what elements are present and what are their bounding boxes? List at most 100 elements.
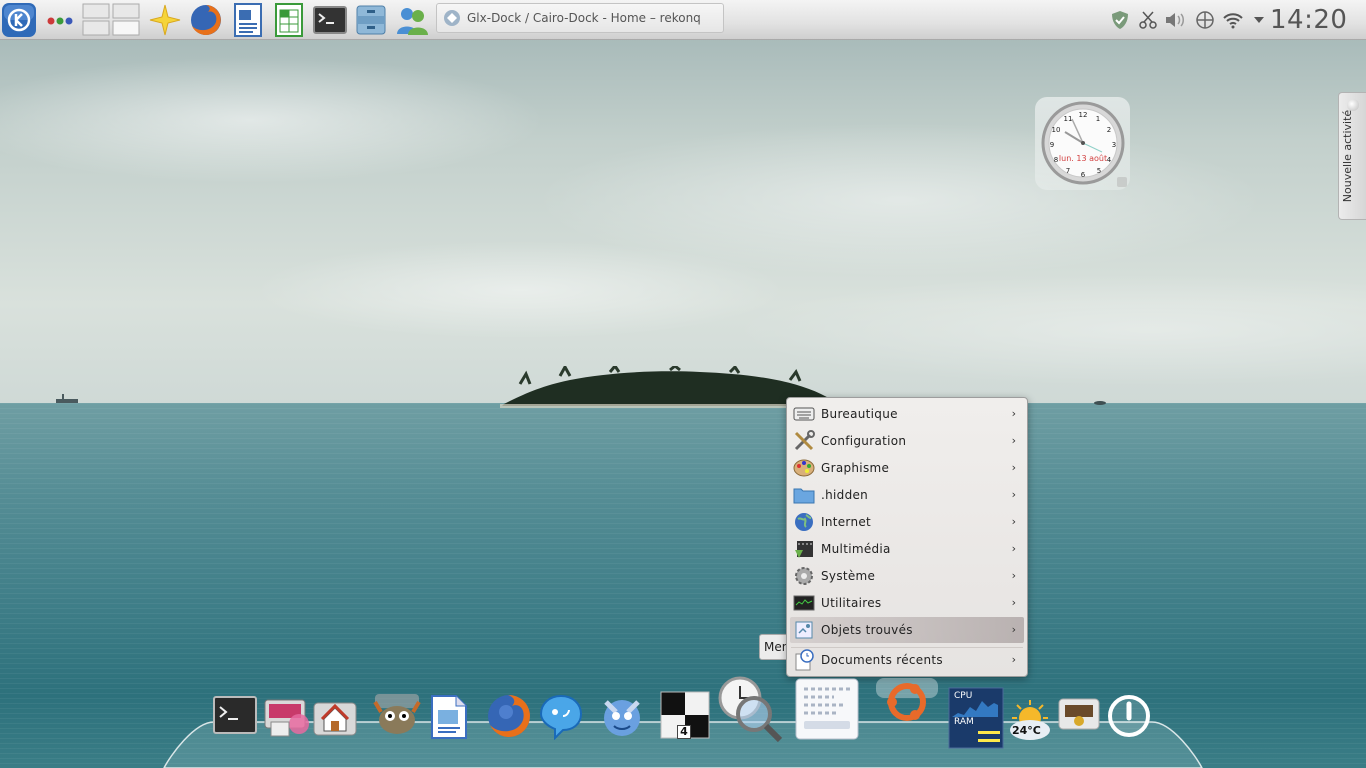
ram-label: RAM <box>954 717 974 727</box>
lost-found-icon <box>793 619 815 641</box>
recycle-bin-icon[interactable] <box>1057 697 1101 735</box>
clock-num-10: 10 <box>1052 126 1061 134</box>
menu-item-label: Documents récents <box>821 653 943 667</box>
clock-num-4: 4 <box>1107 156 1112 164</box>
scissors-icon[interactable] <box>1138 10 1158 30</box>
menu-item-hidden[interactable]: .hidden › <box>790 482 1024 508</box>
monitor-icon <box>793 592 815 614</box>
terminal-dock-icon[interactable] <box>212 695 258 737</box>
menu-item-bureautique[interactable]: Bureautique › <box>790 401 1024 427</box>
submenu-arrow-icon: › <box>1011 623 1016 636</box>
submenu-arrow-icon: › <box>1011 461 1016 474</box>
clock-num-1: 1 <box>1096 115 1100 123</box>
menu-item-label: Graphisme <box>821 461 890 475</box>
firefox-icon[interactable] <box>188 2 224 38</box>
cpu-ram-monitor-icon[interactable]: CPU RAM <box>948 687 1004 749</box>
task-title: Glx-Dock / Cairo-Dock - Home – rekonq <box>467 11 701 25</box>
switcher-icon[interactable]: 4 <box>659 690 711 740</box>
submenu-arrow-icon: › <box>1011 542 1016 555</box>
home-folder-icon[interactable] <box>312 695 358 737</box>
clock-face: 12 1 2 3 4 5 6 7 8 9 10 11 lun. 13 août <box>1041 101 1127 187</box>
panel-clock[interactable]: 14:20 <box>1270 2 1347 38</box>
clock-num-9: 9 <box>1050 141 1054 149</box>
clock-num-5: 5 <box>1097 167 1101 175</box>
menu-item-objets-trouves[interactable]: Objets trouvés › <box>790 617 1024 643</box>
pidgin-icon[interactable] <box>537 692 585 740</box>
tools-icon <box>793 430 815 452</box>
power-icon[interactable] <box>1106 693 1152 739</box>
system-monitor-icon[interactable] <box>794 677 860 741</box>
shield-icon[interactable] <box>1110 10 1130 30</box>
distant-boat <box>56 394 78 403</box>
calc-icon[interactable] <box>271 2 307 38</box>
globe-icon <box>793 511 815 533</box>
clock-date: lun. 13 août <box>1059 154 1107 163</box>
menu-item-graphisme[interactable]: Graphisme › <box>790 455 1024 481</box>
software-center-icon[interactable] <box>261 694 311 740</box>
menu-item-utilitaires[interactable]: Utilitaires › <box>790 590 1024 616</box>
users-icon[interactable] <box>394 2 430 38</box>
clock-num-12: 12 <box>1079 111 1088 119</box>
submenu-arrow-icon: › <box>1011 596 1016 609</box>
activities-dots-icon[interactable] <box>42 2 78 38</box>
menu-item-label: Système <box>821 569 876 583</box>
volume-icon[interactable] <box>1164 10 1188 30</box>
new-activity-tab[interactable]: Nouvelle activité <box>1338 92 1366 220</box>
activity-label: Nouvelle activité <box>1341 109 1354 203</box>
submenu-arrow-icon: › <box>1011 407 1016 420</box>
palette-icon <box>793 457 815 479</box>
system-tray <box>1110 8 1266 32</box>
desktop-wallpaper <box>0 0 1366 768</box>
cpu-label: CPU <box>954 691 973 701</box>
gear-icon <box>793 565 815 587</box>
kde-dragon-icon[interactable] <box>596 692 648 740</box>
temperature-label: 24°C <box>1012 724 1041 737</box>
menu-item-label: Utilitaires <box>821 596 882 610</box>
menu-item-label: Multimédia <box>821 542 891 556</box>
keyboard-icon <box>793 403 815 425</box>
top-panel: Glx-Dock / Cairo-Dock - Home – rekonq 14… <box>0 0 1366 40</box>
submenu-arrow-icon: › <box>1011 434 1016 447</box>
chevron-down-icon[interactable] <box>1252 10 1266 30</box>
terminal-icon[interactable] <box>312 2 348 38</box>
menu-item-configuration[interactable]: Configuration › <box>790 428 1024 454</box>
distant-boat-2 <box>1094 401 1106 405</box>
wallpaper-sky <box>0 0 1366 405</box>
clock-num-11: 11 <box>1064 115 1073 123</box>
favorites-star-icon[interactable] <box>147 2 183 38</box>
rekonq-icon <box>444 10 460 26</box>
document-viewer-icon[interactable] <box>428 694 470 740</box>
network-icon[interactable] <box>1194 10 1216 30</box>
pager-icon[interactable] <box>82 2 142 38</box>
kde-menu-icon[interactable] <box>1 2 37 38</box>
clock-num-2: 2 <box>1107 126 1111 134</box>
writer-icon[interactable] <box>230 2 266 38</box>
weather-icon[interactable]: 24°C <box>1006 698 1054 742</box>
ubuntu-icon[interactable] <box>874 674 940 724</box>
submenu-arrow-icon: › <box>1011 569 1016 582</box>
recent-docs-icon <box>793 649 815 671</box>
menu-item-label: .hidden <box>821 488 869 502</box>
menu-item-label: Internet <box>821 515 872 529</box>
wifi-icon[interactable] <box>1222 10 1244 30</box>
task-rekonq[interactable]: Glx-Dock / Cairo-Dock - Home – rekonq <box>436 3 724 33</box>
clock-num-7: 7 <box>1066 167 1070 175</box>
menu-item-documents-recents[interactable]: Documents récents › <box>790 647 1024 673</box>
clock-num-3: 3 <box>1112 141 1116 149</box>
widget-handle-icon[interactable] <box>1117 177 1127 187</box>
menu-item-systeme[interactable]: Système › <box>790 563 1024 589</box>
file-cabinet-icon[interactable] <box>353 2 389 38</box>
applications-menu: Bureautique › Configuration › Graphisme … <box>786 397 1028 677</box>
menu-item-label: Objets trouvés <box>821 623 913 637</box>
clock-num-6: 6 <box>1081 171 1086 179</box>
menu-item-multimedia[interactable]: Multimédia › <box>790 536 1024 562</box>
clock-num-8: 8 <box>1054 156 1058 164</box>
submenu-arrow-icon: › <box>1011 653 1016 666</box>
gimp-icon[interactable] <box>371 692 423 738</box>
analog-clock-widget[interactable]: 12 1 2 3 4 5 6 7 8 9 10 11 lun. 13 août <box>1035 97 1130 190</box>
firefox-dock-icon[interactable] <box>484 692 534 740</box>
clock-search-icon[interactable] <box>714 676 784 742</box>
menu-item-internet[interactable]: Internet › <box>790 509 1024 535</box>
submenu-arrow-icon: › <box>1011 515 1016 528</box>
desktop-number: 4 <box>677 725 691 739</box>
